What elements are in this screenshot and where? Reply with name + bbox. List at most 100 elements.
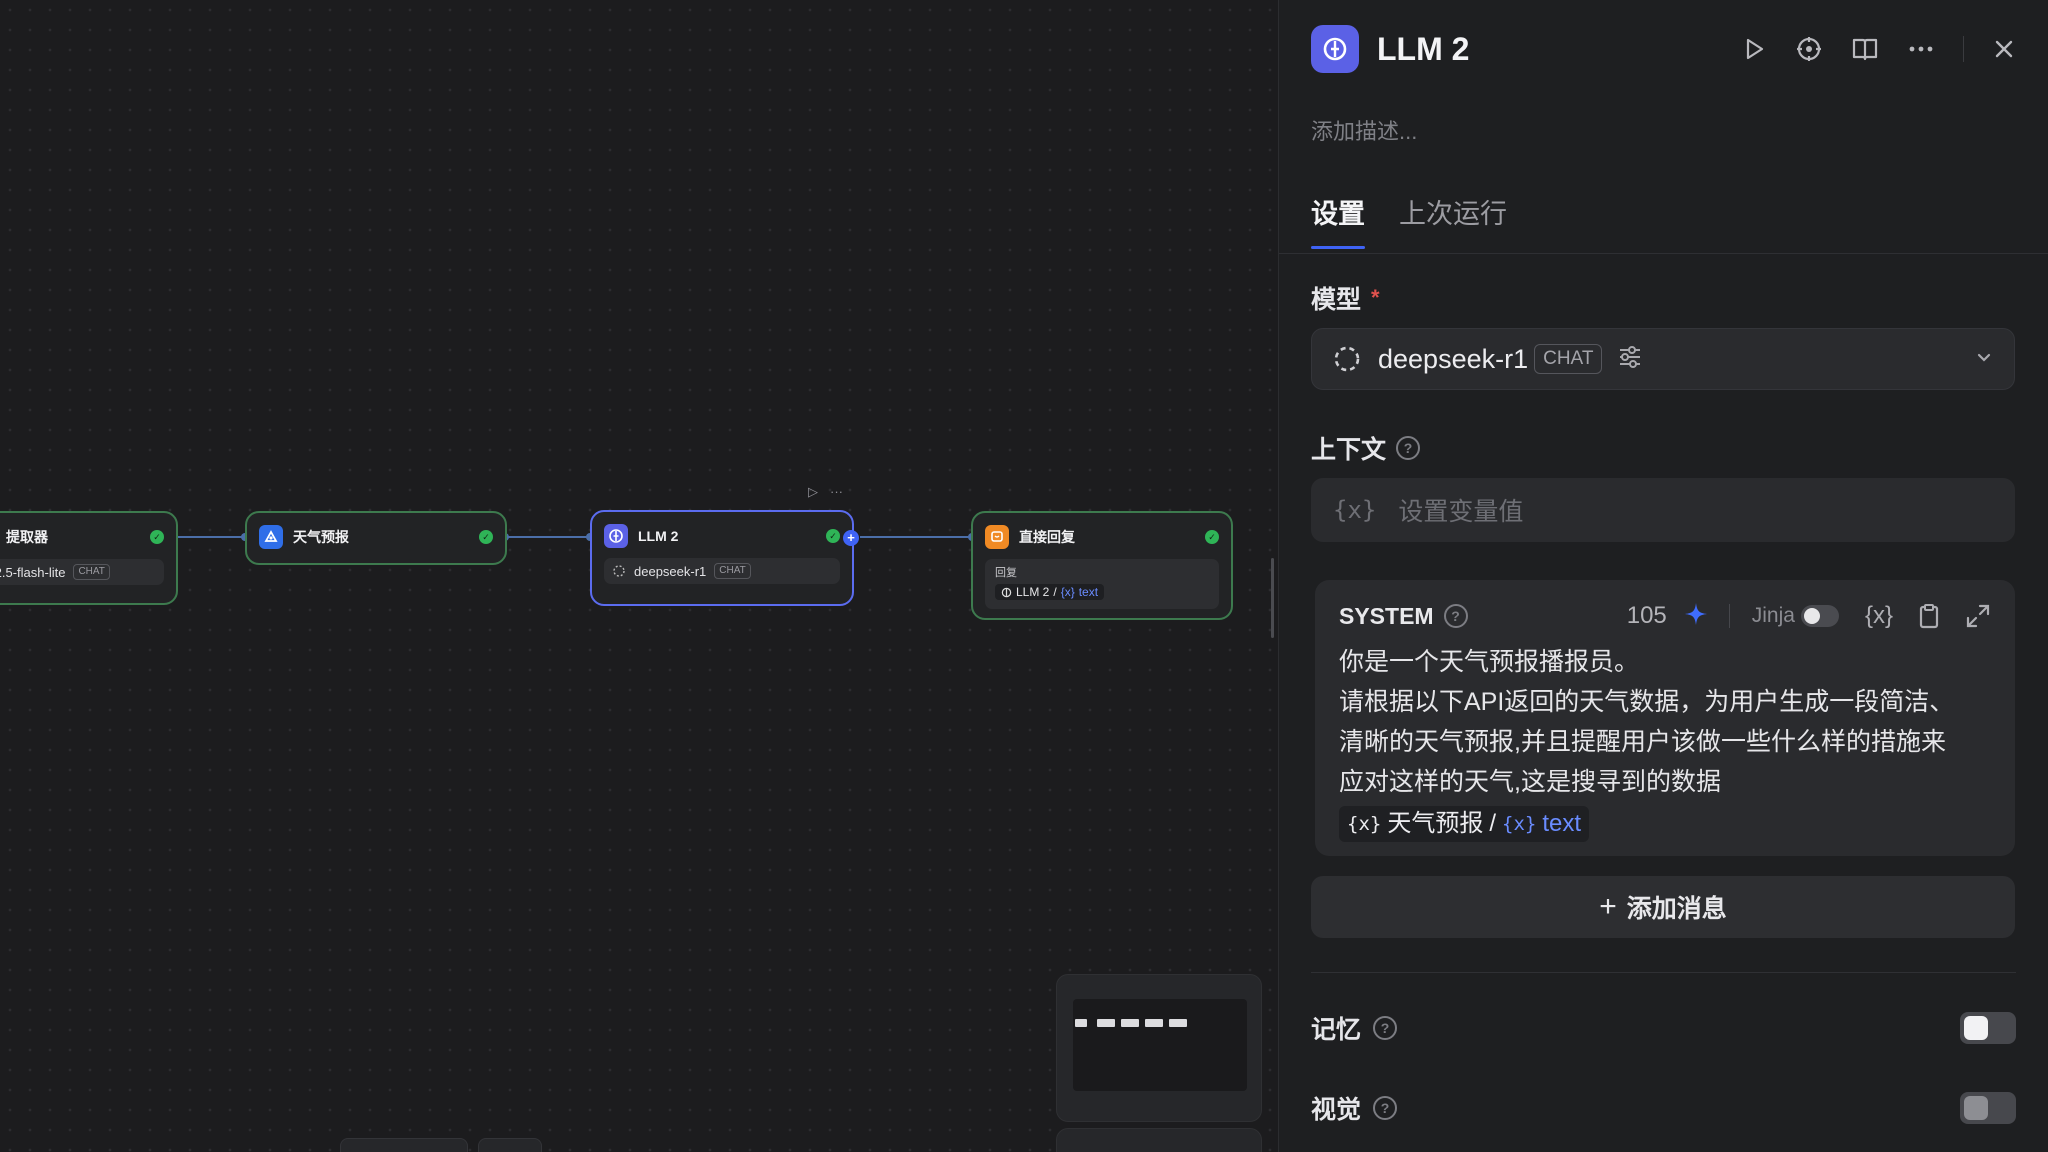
help-icon[interactable]: ? [1373,1016,1398,1040]
clipboard-icon[interactable] [1917,603,1941,629]
memory-label: 记忆 [1311,1016,1362,1044]
model-label-text: 模型 [1311,286,1362,314]
tab-settings[interactable]: 设置 [1311,192,1365,249]
prompt-line: 清晰的天气预报,并且提醒用户该做一些什么样的措施来 [1339,728,1946,756]
chat-badge: CHAT [73,564,110,580]
node-model: gemini-2.5-flash-lite CHAT [0,559,164,585]
chat-badge: CHAT [1534,344,1603,374]
success-check-icon: ✓ [150,530,164,544]
run-icon[interactable] [1741,36,1767,62]
reply-source: LLM 2 [1016,585,1050,599]
panel-header: LLM 2 [1311,24,2016,74]
header-divider [1963,36,1964,62]
node-model: deepseek-r1 CHAT [604,558,840,584]
minimap-node [1169,1019,1187,1027]
insert-variable-icon[interactable]: {x} [1865,602,1893,630]
node-answer[interactable]: 直接回复 ✓ 回复 LLM 2 / {x} text [971,511,1233,620]
vision-row: 视觉 ? [1311,1088,2016,1128]
model-provider-icon [1334,346,1360,372]
more-icon[interactable] [1907,35,1935,63]
model-label: 模型 * [1311,280,1380,316]
node-settings-panel: LLM 2 添加描述... 设置 上次运行 模型 * deepseek-r1 C… [1278,0,2048,1152]
context-placeholder: 设置变量值 [1398,498,1524,526]
add-message-label: 添加消息 [1626,895,1727,923]
model-provider-icon [613,565,625,577]
bottom-toolbar-2[interactable] [478,1138,542,1152]
prompt-line: 请根据以下API返回的天气数据，为用户生成一段简洁、 [1339,688,1955,716]
panel-resize-handle[interactable] [1271,558,1274,638]
variable-node: 天气预报 [1387,810,1484,837]
close-icon[interactable] [1992,37,2016,61]
add-message-button[interactable]: + 添加消息 [1311,876,2015,938]
prompt-line: 应对这样的天气,这是搜寻到的数据 [1339,768,1721,796]
help-icon[interactable]: ? [1373,1096,1398,1120]
chat-badge: CHAT [714,563,751,579]
target-icon[interactable] [1795,35,1823,63]
answer-icon [985,525,1009,549]
llm-icon [604,524,628,548]
variable-name: text [1542,810,1582,837]
node-toolbar: ▷ ··· [808,484,843,500]
plus-icon: + [1599,890,1617,923]
tool-icon [259,525,283,549]
reply-var: text [1078,585,1099,599]
node-title: 天气预报 [293,529,349,545]
token-count: 105 [1626,602,1667,629]
minimap-viewport[interactable] [1073,999,1247,1091]
role-label[interactable]: SYSTEM [1339,603,1434,630]
add-next-node-button[interactable]: + [843,530,859,546]
workflow-canvas[interactable]: 提取器 ✓ gemini-2.5-flash-lite CHAT 天气预报 ✓ … [0,0,1280,1152]
jinja-label: Jinja [1751,604,1795,627]
zoom-controls[interactable] [1056,1128,1262,1152]
help-icon[interactable]: ? [1443,604,1468,628]
node-title: 提取器 [6,529,48,545]
model-params-icon[interactable] [1616,343,1644,376]
tab-last-run[interactable]: 上次运行 [1399,192,1507,249]
model-select[interactable]: deepseek-r1 CHAT [1311,328,2015,390]
minimap[interactable] [1056,974,1262,1122]
llm-icon [1311,25,1359,73]
model-name: deepseek-r1 [634,563,707,579]
minimap-node [1097,1019,1115,1027]
prompt-variable-pill[interactable]: {x} 天气预报 / {x} text [1339,806,1590,842]
tabs-divider [1279,253,2048,254]
node-title: 直接回复 [1019,529,1075,545]
panel-tabs: 设置 上次运行 [1311,192,1507,249]
llm-icon [1001,587,1012,597]
minimap-node [1145,1019,1163,1027]
sparkle-icon[interactable] [1683,601,1709,632]
panel-title[interactable]: LLM 2 [1377,31,1741,68]
expand-icon[interactable] [1965,603,1991,629]
jinja-toggle[interactable] [1800,605,1839,627]
node-weather[interactable]: 天气预报 ✓ [245,511,507,565]
node-extractor[interactable]: 提取器 ✓ gemini-2.5-flash-lite CHAT [0,511,178,605]
variable-icon: {x} [1060,585,1075,599]
description-input[interactable]: 添加描述... [1311,114,1417,146]
model-name: gemini-2.5-flash-lite [0,564,66,580]
section-divider [1311,972,2016,973]
variable-icon: {x} [1502,813,1537,835]
edge-weather-llm2 [506,536,590,538]
system-prompt-header: SYSTEM ? 105 Jinja {x} [1339,598,1991,634]
reply-box: 回复 LLM 2 / {x} text [985,559,1219,609]
vision-toggle[interactable] [1960,1092,2016,1124]
toggle-knob [1964,1096,1988,1120]
context-variable-input[interactable]: {x} 设置变量值 [1311,478,2015,542]
minimap-node [1075,1019,1087,1027]
memory-row: 记忆 ? [1311,1008,2016,1048]
success-check-icon: ✓ [826,529,840,543]
required-mark: * [1371,285,1380,310]
run-node-icon[interactable]: ▷ [808,484,818,500]
context-label: 上下文 ? [1311,430,1421,466]
reply-sep: / [1053,585,1057,599]
book-icon[interactable] [1851,35,1879,63]
help-icon[interactable]: ? [1396,436,1421,460]
context-label-text: 上下文 [1311,436,1387,464]
more-icon[interactable]: ··· [830,484,843,500]
bottom-toolbar[interactable] [340,1138,468,1152]
system-prompt-editor[interactable]: 你是一个天气预报播报员。 请根据以下API返回的天气数据，为用户生成一段简洁、 … [1339,642,1987,842]
edge-extractor-weather [176,536,246,538]
node-llm2[interactable]: LLM 2 ✓ deepseek-r1 CHAT [590,510,854,606]
success-check-icon: ✓ [479,530,493,544]
memory-toggle[interactable] [1960,1012,2016,1044]
